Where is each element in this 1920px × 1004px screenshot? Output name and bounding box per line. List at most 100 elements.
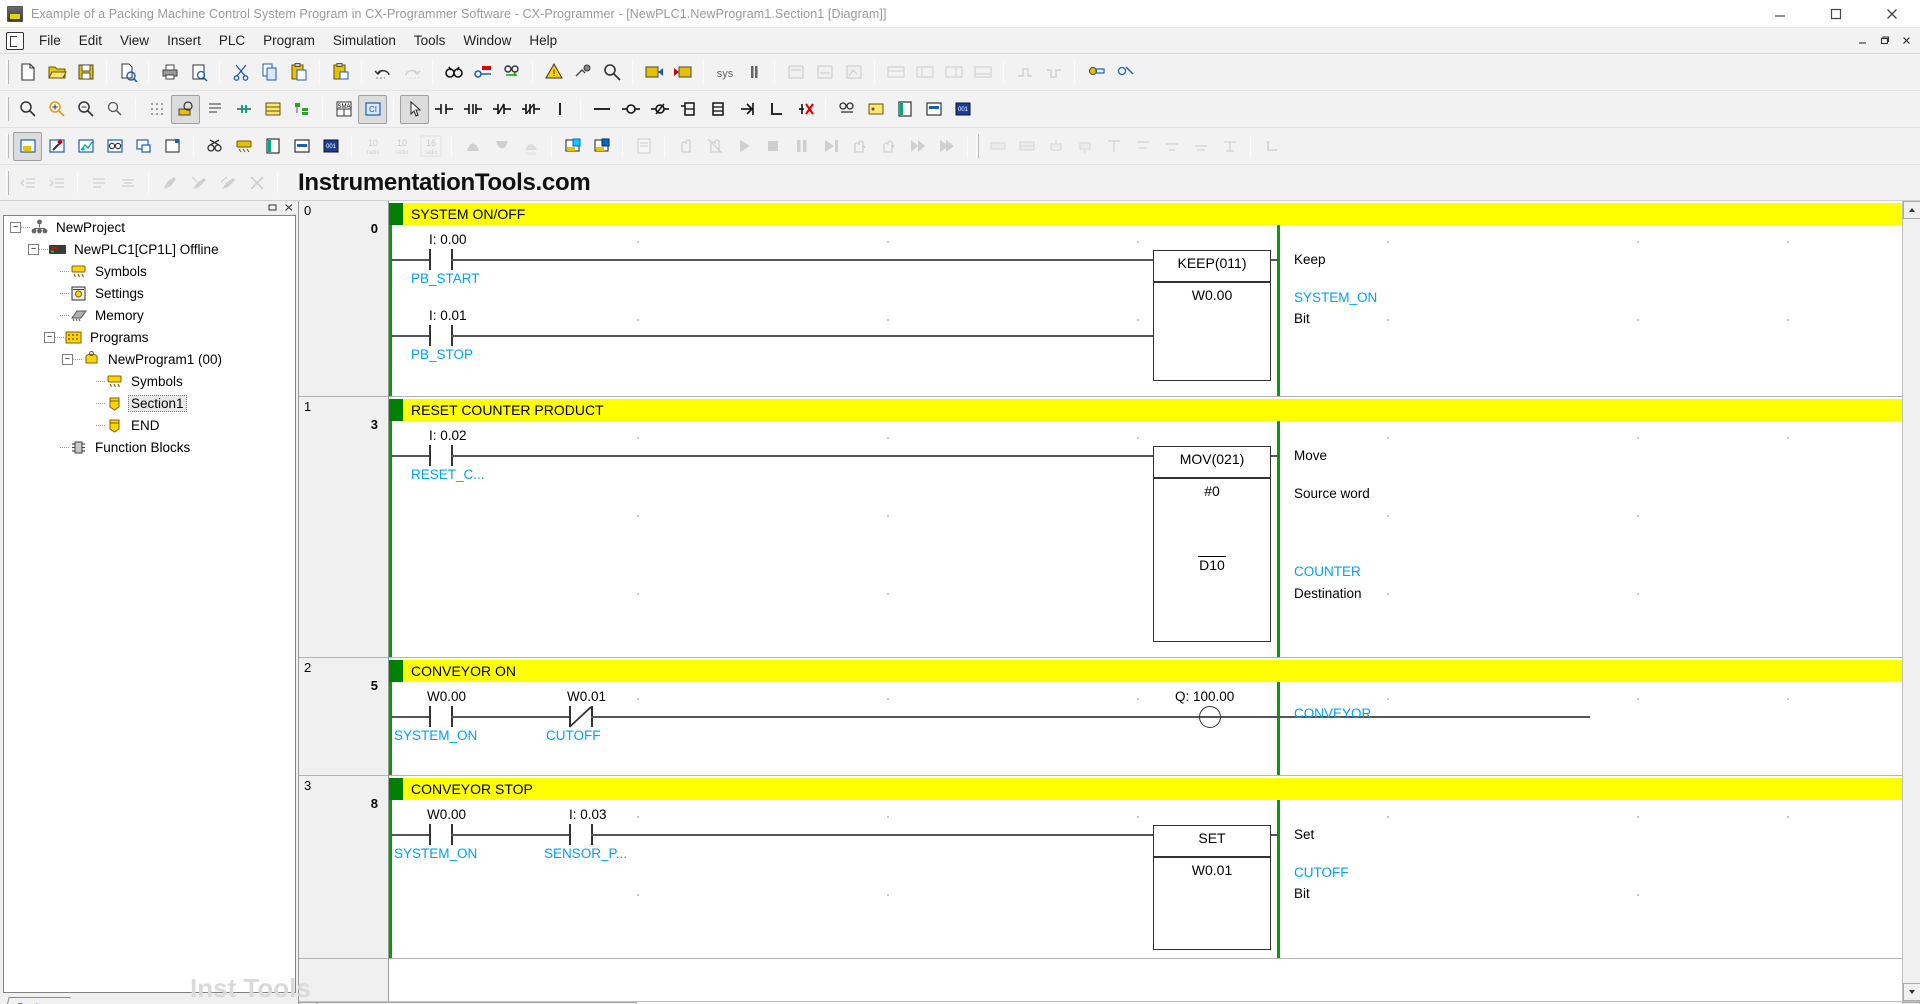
rung-2[interactable]: CONVEYOR ON W0.00 SYSTEM_ON — [389, 658, 1902, 776]
zoom-fit-icon[interactable] — [100, 95, 129, 124]
menu-program[interactable]: Program — [254, 30, 324, 51]
cut-icon[interactable] — [226, 58, 255, 87]
tree-node-function-blocks[interactable]: Function Blocks — [4, 436, 295, 458]
differentiate-down-icon[interactable] — [487, 132, 516, 161]
task-1-icon[interactable] — [983, 132, 1012, 161]
task-4-icon[interactable] — [1070, 132, 1099, 161]
contact-nc-icon[interactable] — [487, 95, 516, 124]
task-3-icon[interactable] — [1041, 132, 1070, 161]
rung-0-comment-bar[interactable]: SYSTEM ON/OFF — [389, 203, 1902, 225]
rung-3-comment-bar[interactable]: CONVEYOR STOP — [389, 778, 1902, 800]
rung-1-comment-bar[interactable]: RESET COUNTER PRODUCT — [389, 399, 1902, 421]
scroll-down-arrow-icon[interactable] — [1903, 983, 1920, 1001]
replace-icon[interactable] — [468, 58, 497, 87]
menu-insert[interactable]: Insert — [158, 30, 210, 51]
run-fast-icon[interactable] — [903, 132, 932, 161]
project-window-icon[interactable] — [890, 95, 919, 124]
instruction-block-mov[interactable]: MOV(021) #0 D10 — [1153, 446, 1271, 642]
step-dialog-icon[interactable] — [629, 132, 658, 161]
ladder-canvas[interactable]: SYSTEM ON/OFF I: 0.00 — [389, 201, 1902, 1001]
align-all-icon[interactable] — [1215, 132, 1244, 161]
grid-icon[interactable] — [142, 95, 171, 124]
vertical-line-icon[interactable] — [545, 95, 574, 124]
step-over-icon[interactable] — [845, 132, 874, 161]
online-edit-icon[interactable] — [1081, 58, 1110, 87]
panel-close-icon[interactable] — [282, 203, 296, 214]
task-2-icon[interactable] — [1012, 132, 1041, 161]
highlight-clear-icon[interactable] — [242, 168, 271, 197]
io-table3-icon[interactable] — [968, 58, 997, 87]
toolbar-grip[interactable] — [6, 60, 9, 84]
stop-icon[interactable] — [758, 132, 787, 161]
contact-differentiate-icon[interactable] — [458, 95, 487, 124]
mode-monitor-icon[interactable] — [810, 58, 839, 87]
radix-decimal-icon[interactable]: 10radix — [358, 132, 387, 161]
highlight-icon[interactable] — [155, 168, 184, 197]
tree-node-memory[interactable]: Memory — [4, 304, 295, 326]
search-ref-icon[interactable] — [597, 58, 626, 87]
list-lines-icon[interactable] — [84, 168, 113, 197]
symbols-table-icon[interactable] — [229, 132, 258, 161]
maximize-icon[interactable] — [1808, 0, 1864, 28]
tree-node-settings[interactable]: Settings — [4, 282, 295, 304]
ladder-view-icon[interactable] — [13, 132, 42, 161]
menu-tools[interactable]: Tools — [405, 30, 455, 51]
tree-node-symbols[interactable]: Symbols — [4, 260, 295, 282]
menu-window[interactable]: Window — [454, 30, 520, 51]
compile-icon[interactable]: ! — [539, 58, 568, 87]
radix-hex-icon[interactable]: 16radix — [416, 132, 445, 161]
io-table-icon[interactable] — [910, 58, 939, 87]
merge-lines-icon[interactable] — [113, 168, 142, 197]
project-tree[interactable]: – NewProject – NewPLC1[CP1L] Offline — [3, 215, 296, 993]
menu-edit[interactable]: Edit — [70, 30, 111, 51]
align-top-icon[interactable] — [1099, 132, 1128, 161]
instruction-block-set[interactable]: SET W0.01 — [1153, 825, 1271, 950]
expander-icon[interactable]: – — [10, 222, 21, 233]
horizontal-scrollbar[interactable] — [299, 1001, 1920, 1004]
goto-icon[interactable] — [732, 95, 761, 124]
step-out-icon[interactable] — [874, 132, 903, 161]
coil-icon[interactable] — [616, 95, 645, 124]
tree-node-program-symbols[interactable]: Symbols — [4, 370, 295, 392]
rung-0[interactable]: SYSTEM ON/OFF I: 0.00 — [389, 201, 1902, 397]
zoom-in-icon[interactable] — [42, 95, 71, 124]
show-rung-icon[interactable] — [229, 95, 258, 124]
find-next-icon[interactable] — [497, 58, 526, 87]
align-bot-icon[interactable] — [1157, 132, 1186, 161]
toolbar-grip[interactable] — [6, 171, 9, 195]
pause-sim-icon[interactable] — [787, 132, 816, 161]
differentiate-icon[interactable] — [1010, 58, 1039, 87]
delete-icon[interactable] — [790, 95, 819, 124]
save-icon[interactable] — [71, 58, 100, 87]
show-tree-icon[interactable] — [287, 95, 316, 124]
mdi-minimize-icon[interactable] — [1853, 31, 1872, 50]
toolbar-grip[interactable] — [976, 134, 979, 158]
inst-box-icon[interactable] — [703, 95, 732, 124]
corner-rung-icon[interactable] — [1257, 132, 1286, 161]
transfer-to-plc-icon[interactable] — [639, 58, 668, 87]
scan-icon[interactable] — [671, 132, 700, 161]
mode-run-icon[interactable] — [839, 58, 868, 87]
scan-break-icon[interactable] — [700, 132, 729, 161]
expander-icon[interactable]: – — [62, 354, 73, 365]
online-edit-cancel-icon[interactable] — [1110, 58, 1139, 87]
output-coil[interactable] — [1199, 706, 1221, 728]
redo-icon[interactable] — [397, 58, 426, 87]
find-icon[interactable] — [439, 58, 468, 87]
scrollbar-track[interactable] — [317, 1002, 1902, 1004]
toolbar-grip[interactable] — [6, 97, 9, 121]
run-to-end-icon[interactable] — [932, 132, 961, 161]
watch-icon[interactable] — [71, 132, 100, 161]
tree-node-programs[interactable]: – Programs — [4, 326, 295, 348]
corner-icon[interactable] — [761, 95, 790, 124]
cross-reference-icon[interactable] — [200, 132, 229, 161]
show-comment-icon[interactable] — [200, 95, 229, 124]
differentiate-up-icon[interactable] — [458, 132, 487, 161]
io-table2-icon[interactable] — [939, 58, 968, 87]
zoom-icon[interactable] — [13, 95, 42, 124]
cut-ref-icon[interactable] — [832, 95, 861, 124]
memory-area-icon[interactable] — [881, 58, 910, 87]
paste-special-icon[interactable] — [326, 58, 355, 87]
close-icon[interactable] — [1864, 0, 1920, 28]
sim-run-icon[interactable] — [558, 132, 587, 161]
